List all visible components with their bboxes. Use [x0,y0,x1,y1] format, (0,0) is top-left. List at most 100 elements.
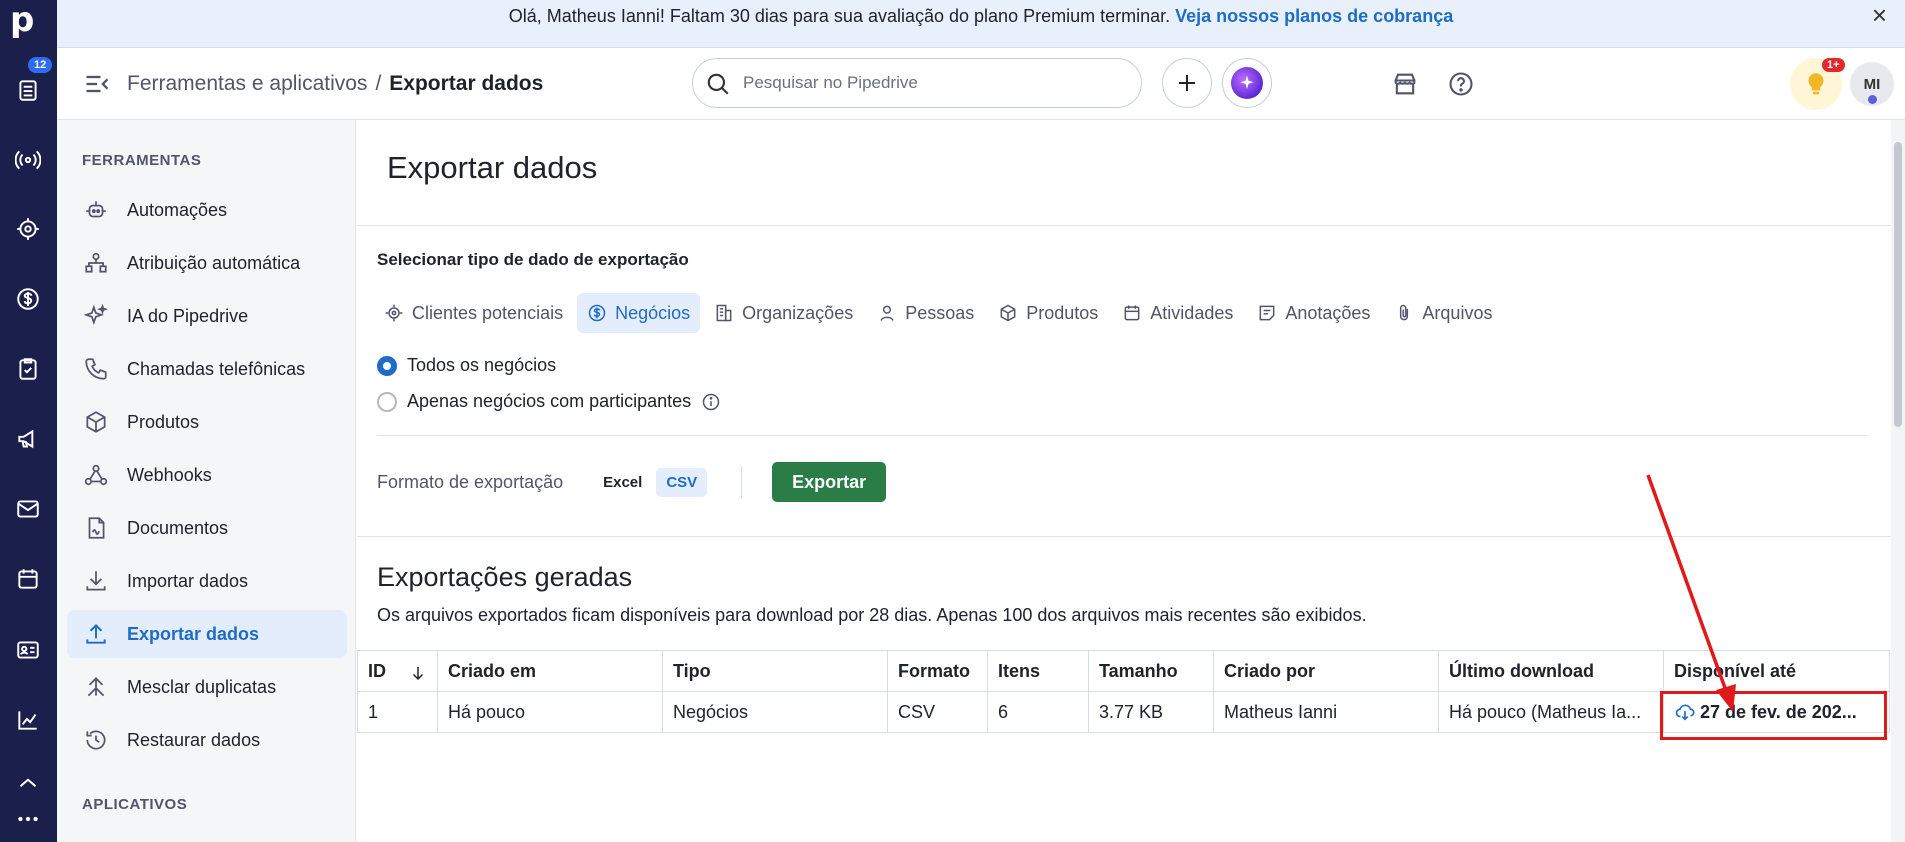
radio-button-selected[interactable] [377,355,397,376]
tab-clientes-potenciais[interactable]: Clientes potenciais [374,293,573,333]
restore-icon [81,725,111,755]
cell-size: 3.77 KB [1088,691,1214,733]
cell-type: Negócios [662,691,888,733]
format-excel-option[interactable]: Excel [593,468,652,497]
tips-button[interactable]: 1+ [1790,58,1845,110]
add-button[interactable] [1162,58,1212,108]
page-scrollbar[interactable] [1891,120,1905,842]
export-button[interactable]: Exportar [772,462,887,502]
radio-deals-with-participants[interactable]: Apenas negócios com participantes [377,391,721,412]
column-header-created[interactable]: Criado em [437,650,663,692]
dollar-icon [588,304,606,322]
ai-assistant-button[interactable] [1222,58,1272,108]
cell-last-download: Há pouco (Matheus Ia... [1438,691,1664,733]
status-dot [1868,95,1877,104]
cell-items: 6 [987,691,1089,733]
column-header-available-until[interactable]: Disponível até [1663,650,1890,692]
generated-exports-title: Exportações geradas [377,562,633,592]
close-banner-button[interactable]: × [1872,0,1887,30]
tab-label: Organizações [742,302,854,323]
contacts-card-icon[interactable] [9,631,47,669]
calendar-icon [1124,305,1140,321]
marketplace-icon[interactable] [1387,66,1423,102]
more-dots-icon[interactable] [9,800,47,838]
sidebar-item-automacoes[interactable]: Automações [67,186,347,234]
column-header-id[interactable]: ID [357,650,438,692]
tab-pessoas[interactable]: Pessoas [867,293,984,333]
tab-anotacoes[interactable]: Anotações [1247,293,1380,333]
assignment-icon [81,248,111,278]
target-icon[interactable] [9,210,47,248]
radio-label: Apenas negócios com participantes [407,391,692,411]
tab-label: Negócios [615,302,691,323]
sidebar-item-importar[interactable]: Importar dados [67,557,347,605]
activities-list-icon[interactable] [9,71,47,109]
breadcrumb-parent[interactable]: Ferramentas e aplicativos [127,72,367,95]
building-icon [716,304,732,322]
header-label: ID [368,660,386,681]
divider [377,435,1868,436]
target-icon [385,304,403,322]
calendar-icon[interactable] [9,560,47,598]
radio-all-deals[interactable]: Todos os negócios [377,355,556,376]
search-box[interactable] [692,58,1142,108]
column-header-created-by[interactable]: Criado por [1213,650,1439,692]
generated-exports-description: Os arquivos exportados ficam disponíveis… [377,605,1367,625]
sidebar-item-webhooks[interactable]: Webhooks [67,451,347,499]
clipboard-check-icon[interactable] [9,350,47,388]
broadcast-icon[interactable] [9,141,47,179]
chevron-up-icon[interactable] [9,764,47,802]
sidebar-item-chamadas[interactable]: Chamadas telefônicas [67,345,347,393]
tab-atividades[interactable]: Atividades [1112,293,1243,333]
person-icon [880,305,894,321]
sidebar-item-produtos[interactable]: Produtos [67,398,347,446]
sidebar-item-documentos[interactable]: Documentos [67,504,347,552]
avatar[interactable]: MI [1850,62,1894,106]
sidebar-item-ia[interactable]: IA do Pipedrive [67,292,347,340]
tab-label: Clientes potenciais [412,302,564,323]
pipedrive-logo[interactable]: p [10,2,46,38]
note-icon [1259,305,1275,321]
robot-icon [81,195,111,225]
chart-icon[interactable] [9,701,47,739]
phone-icon [81,354,111,384]
column-header-items[interactable]: Itens [987,650,1089,692]
tab-label: Atividades [1150,302,1234,323]
tab-organizacoes[interactable]: Organizações [704,293,863,333]
billing-plans-link[interactable]: Veja nossos planos de cobrança [1175,6,1453,26]
upload-icon [81,619,111,649]
sidebar-item-exportar[interactable]: Exportar dados [67,610,347,658]
notification-badge: 12 [28,57,53,73]
sidebar-item-label: Produtos [127,411,200,432]
info-icon[interactable] [701,392,721,412]
column-header-type[interactable]: Tipo [662,650,888,692]
column-header-format[interactable]: Formato [887,650,988,692]
sidebar-item-restaurar[interactable]: Restaurar dados [67,716,347,764]
box-icon [1000,304,1016,322]
breadcrumb-current: Exportar dados [389,72,544,95]
radio-button[interactable] [377,391,397,412]
column-header-last-download[interactable]: Último download [1438,650,1664,692]
column-header-size[interactable]: Tamanho [1088,650,1214,692]
search-icon [707,73,729,95]
help-icon[interactable] [1443,66,1479,102]
format-csv-option[interactable]: CSV [656,467,708,497]
webhook-icon [81,460,111,490]
megaphone-icon[interactable] [9,420,47,458]
sidebar-item-mesclar[interactable]: Mesclar duplicatas [67,663,347,711]
cell-id: 1 [357,691,438,733]
tab-negocios[interactable]: Negócios [577,293,701,333]
sidebar-item-atribuicao[interactable]: Atribuição automática [67,239,347,287]
tab-arquivos[interactable]: Arquivos [1384,293,1502,333]
sort-arrow-down-icon[interactable] [409,664,427,682]
sidebar-item-label: Webhooks [127,464,212,485]
scrollbar-thumb[interactable] [1894,142,1902,427]
tab-produtos[interactable]: Produtos [988,293,1108,333]
search-input[interactable] [743,69,1123,97]
tab-label: Produtos [1026,302,1099,323]
mail-icon[interactable] [9,490,47,528]
collapse-menu-icon[interactable] [83,70,111,98]
paperclip-icon [1400,304,1409,321]
breadcrumb-separator: / [375,72,382,95]
dollar-icon[interactable] [9,280,47,318]
